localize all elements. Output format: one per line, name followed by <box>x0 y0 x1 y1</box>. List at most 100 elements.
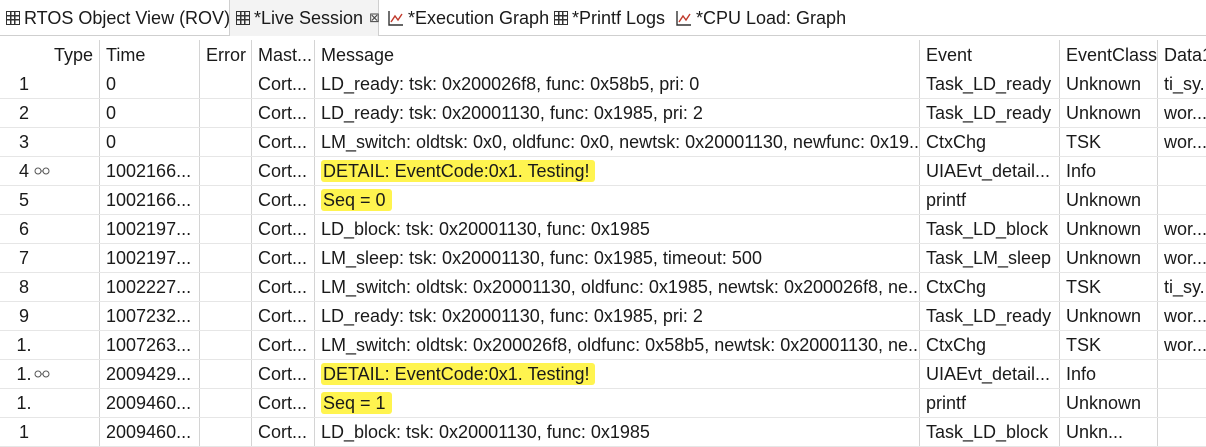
cell-event: Task_LM_sleep <box>920 244 1060 272</box>
cell-event: printf <box>920 186 1060 214</box>
column-header-data1[interactable]: Data1 <box>1158 40 1206 70</box>
cell-type <box>34 360 100 388</box>
cell-class: Unknown <box>1060 70 1158 98</box>
table-row[interactable]: 1. 1007263... Cort... LM_switch: oldtsk: 0x… <box>0 331 1206 360</box>
tab-label: *CPU Load: Graph <box>696 8 847 28</box>
column-header-eventclass[interactable]: EventClass <box>1060 40 1158 70</box>
graph-icon <box>388 2 404 26</box>
cell-data: wor... <box>1158 244 1206 272</box>
table-row[interactable]: 1. 2009429... Cort... DETAIL: EventCode:0x1… <box>0 360 1206 389</box>
table-row[interactable]: 1 0 Cort... LD_ready: tsk: 0x200026f8, func… <box>0 70 1206 99</box>
cell-message: LD_ready: tsk: 0x20001130, func: 0x1985,… <box>315 302 920 330</box>
row-index: 1. <box>16 335 32 355</box>
row-index: 1 <box>18 422 29 442</box>
message-text: LD_block: tsk: 0x20001130, func: 0x1985 <box>321 422 650 442</box>
message-text: LD_ready: tsk: 0x200026f8, func: 0x58b5,… <box>321 74 700 94</box>
cell-error <box>200 273 252 301</box>
cell-data: wor... <box>1158 128 1206 156</box>
cell-time: 1007232... <box>100 302 200 330</box>
cell-data: ti_sy... <box>1158 70 1206 98</box>
row-index: 7 <box>18 248 29 268</box>
cell-class: Unknown <box>1060 99 1158 127</box>
cell-master: Cort... <box>252 360 315 388</box>
column-header-type[interactable]: Type <box>48 40 100 70</box>
cell-error <box>200 99 252 127</box>
cell-type <box>48 70 100 98</box>
message-text: LM_switch: oldtsk: 0x20001130, oldfunc: … <box>321 277 920 297</box>
column-header-mast[interactable]: Mast... <box>252 40 315 70</box>
cell-data <box>1158 157 1206 185</box>
cell-type <box>48 244 100 272</box>
cell-type <box>48 99 100 127</box>
column-header-error[interactable]: Error <box>200 40 252 70</box>
tab-printf-logs[interactable]: *Printf Logs <box>548 0 668 36</box>
cell-data <box>1158 186 1206 214</box>
message-text: LM_switch: oldtsk: 0x0, oldfunc: 0x0, ne… <box>321 132 920 152</box>
cell-time: 1002227... <box>100 273 200 301</box>
cell-class: Info <box>1060 157 1158 185</box>
cell-event: UIAEvt_detail... <box>920 157 1060 185</box>
cell-master: Cort... <box>252 302 315 330</box>
cell-message: LD_ready: tsk: 0x20001130, func: 0x1985,… <box>315 99 920 127</box>
table-row[interactable]: 8 1002227... Cort... LM_switch: oldtsk: 0x2… <box>0 273 1206 302</box>
cell-type <box>34 157 100 185</box>
cell-event: printf <box>920 389 1060 417</box>
cell-class: Unknown <box>1060 244 1158 272</box>
cell-master: Cort... <box>252 99 315 127</box>
table-row[interactable]: 5 1002166... Cort... Seq = 0 printf Unknown <box>0 186 1206 215</box>
cell-message: LM_sleep: tsk: 0x20001130, func: 0x1985,… <box>315 244 920 272</box>
tab-label: *Printf Logs <box>572 8 666 28</box>
glasses-icon <box>34 360 50 388</box>
cell-error <box>200 186 252 214</box>
cell-master: Cort... <box>252 389 315 417</box>
message-text: LD_block: tsk: 0x20001130, func: 0x1985 <box>321 219 650 239</box>
row-index: 8 <box>18 277 29 297</box>
table-row[interactable]: 6 1002197... Cort... LD_block: tsk: 0x20001… <box>0 215 1206 244</box>
cell-message: LM_switch: oldtsk: 0x0, oldfunc: 0x0, ne… <box>315 128 920 156</box>
message-text: LM_sleep: tsk: 0x20001130, func: 0x1985,… <box>321 248 762 268</box>
cell-error <box>200 302 252 330</box>
table-row[interactable]: 7 1002197... Cort... LM_sleep: tsk: 0x20001… <box>0 244 1206 273</box>
table-row[interactable]: 2 0 Cort... LD_ready: tsk: 0x20001130, func… <box>0 99 1206 128</box>
table-row[interactable]: 3 0 Cort... LM_switch: oldtsk: 0x0, oldfunc… <box>0 128 1206 157</box>
graph-icon <box>676 2 692 26</box>
column-header-event[interactable]: Event <box>920 40 1060 70</box>
cell-time: 1002197... <box>100 215 200 243</box>
close-icon[interactable]: ⊠ <box>369 10 380 25</box>
cell-event: Task_LD_ready <box>920 99 1060 127</box>
table-row[interactable]: 4 1002166... Cort... DETAIL: EventCode:0x1.… <box>0 157 1206 186</box>
tab-live-session[interactable]: *Live Session ⊠ <box>229 0 380 36</box>
message-text: LD_ready: tsk: 0x20001130, func: 0x1985,… <box>321 306 703 326</box>
table-row[interactable]: 1. 2009460... Cort... Seq = 1 printf Unknown <box>0 389 1206 418</box>
cell-error <box>200 360 252 388</box>
cell-error <box>200 215 252 243</box>
cell-master: Cort... <box>252 331 315 359</box>
cell-type <box>48 186 100 214</box>
cell-message: DETAIL: EventCode:0x1. Testing! <box>315 360 920 388</box>
cell-event: CtxChg <box>920 331 1060 359</box>
column-header-message[interactable]: Message <box>315 40 920 70</box>
column-header-time[interactable]: Time <box>100 40 200 70</box>
cell-message: Seq = 1 <box>315 389 920 417</box>
table-row[interactable]: 9 1007232... Cort... LD_ready: tsk: 0x20001… <box>0 302 1206 331</box>
cell-master: Cort... <box>252 273 315 301</box>
cell-time: 0 <box>100 128 200 156</box>
tab-label: RTOS Object View (ROV) <box>24 8 231 28</box>
tab-cpu-load-graph[interactable]: *CPU Load: Graph <box>670 0 846 36</box>
cell-event: UIAEvt_detail... <box>920 360 1060 388</box>
cell-class: Unknown <box>1060 302 1158 330</box>
row-index: 5 <box>18 190 29 210</box>
row-index: 6 <box>18 219 29 239</box>
cell-event: Task_LD_block <box>920 215 1060 243</box>
cell-error <box>200 128 252 156</box>
cell-event: Task_LD_ready <box>920 70 1060 98</box>
table-row[interactable]: 1 2009460... Cort... LD_block: tsk: 0x20001… <box>0 418 1206 447</box>
cell-error <box>200 331 252 359</box>
tab-rtos-object-view-rov[interactable]: RTOS Object View (ROV) <box>0 0 230 36</box>
cell-data: wor... <box>1158 99 1206 127</box>
table-header: Type Time Error Mast... Message Event EventCla… <box>0 40 1206 70</box>
tab-execution-graph[interactable]: *Execution Graph <box>382 0 549 36</box>
cell-type <box>48 273 100 301</box>
cell-class: TSK <box>1060 273 1158 301</box>
cell-time: 1002197... <box>100 244 200 272</box>
